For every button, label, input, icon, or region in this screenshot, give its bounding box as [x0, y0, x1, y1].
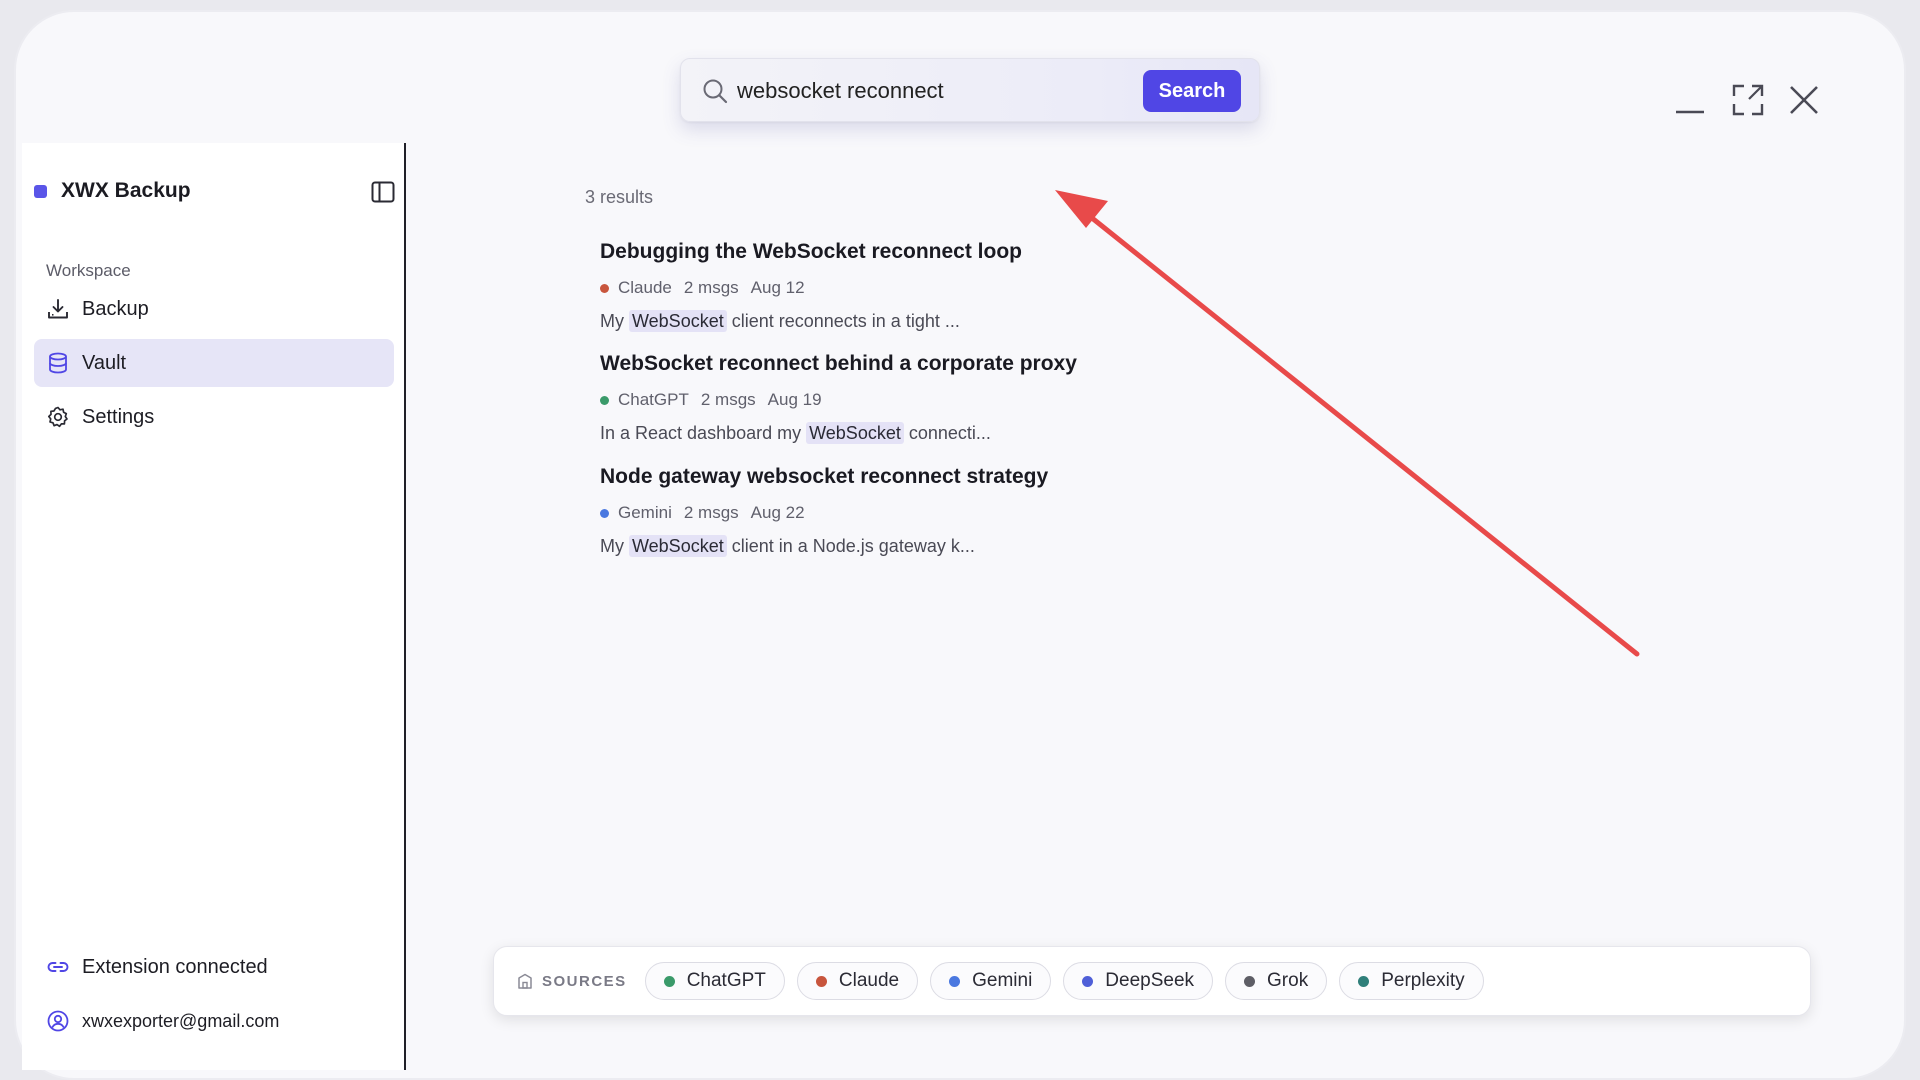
snippet-text: connecti...	[903, 423, 991, 443]
search-input[interactable]	[737, 73, 1137, 109]
source-chip-label: Perplexity	[1381, 970, 1465, 991]
user-avatar-icon	[47, 1010, 69, 1032]
sidebar-item-label: Vault	[82, 351, 127, 374]
result-source: ChatGPT	[618, 390, 689, 409]
result-title[interactable]: WebSocket reconnect behind a corporate p…	[600, 352, 1160, 376]
search-button[interactable]: Search	[1143, 70, 1241, 112]
minimize-icon[interactable]	[1672, 82, 1708, 118]
result-meta: ChatGPT 2 msgs Aug 19	[600, 390, 1160, 410]
source-dot	[600, 283, 609, 293]
snippet-text: My	[600, 311, 629, 331]
download-tray-icon	[48, 299, 68, 319]
result-item[interactable]: Node gateway websocket reconnect strateg…	[600, 465, 1160, 557]
result-source: Gemini	[618, 503, 672, 522]
result-item[interactable]: Debugging the WebSocket reconnect loop C…	[600, 240, 1160, 332]
snippet-highlight: WebSocket	[629, 535, 727, 557]
link-icon	[47, 962, 69, 972]
source-chip-gemini[interactable]: Gemini	[930, 962, 1052, 1000]
source-dot	[1358, 975, 1370, 987]
source-chip-label: Gemini	[972, 970, 1033, 991]
snippet-text: client reconnects in a tight ...	[726, 311, 960, 331]
source-chip-label: Claude	[838, 970, 900, 991]
source-dot	[600, 508, 609, 518]
extension-status-label: Extension connected	[82, 955, 268, 978]
maximize-icon[interactable]	[1730, 82, 1766, 118]
sidebar-item-vault[interactable]: Vault	[34, 339, 394, 387]
result-source: Claude	[618, 278, 672, 297]
snippet-text: client in a Node.js gateway k...	[726, 536, 975, 556]
source-chip-chatgpt[interactable]: ChatGPT	[644, 962, 785, 1000]
sidebar-item-label: Settings	[82, 405, 155, 428]
search-bar: Search	[680, 58, 1260, 122]
brand-name: XWX Backup	[61, 179, 191, 202]
search-icon	[703, 79, 728, 104]
source-dot	[815, 975, 827, 987]
user-email: xwxexporter@gmail.com	[82, 1010, 280, 1031]
sources-bar: SOURCES ChatGPT Claude Gemini DeepSeek G…	[493, 946, 1811, 1016]
source-chip-label: DeepSeek	[1105, 970, 1195, 991]
snippet-text: My	[600, 536, 629, 556]
brand: XWX Backup	[34, 179, 191, 203]
extension-status: Extension connected	[46, 955, 268, 979]
sources-label: SOURCES	[516, 972, 627, 990]
result-meta: Claude 2 msgs Aug 12	[600, 278, 1160, 298]
result-msgs: 2 msgs	[683, 278, 739, 297]
brand-logo	[34, 184, 47, 198]
result-snippet: My WebSocket client reconnects in a tigh…	[600, 310, 1160, 332]
sidebar-item-settings[interactable]: Settings	[34, 393, 394, 441]
source-chip-label: Grok	[1267, 970, 1309, 991]
source-chip-claude[interactable]: Claude	[796, 962, 919, 1000]
source-dot	[1082, 975, 1094, 987]
result-meta: Gemini 2 msgs Aug 22	[600, 503, 1160, 523]
source-dot	[949, 975, 961, 987]
sources-label-text: SOURCES	[542, 972, 627, 990]
result-title[interactable]: Node gateway websocket reconnect strateg…	[600, 465, 1160, 489]
result-date: Aug 19	[767, 390, 822, 409]
snippet-highlight: WebSocket	[806, 422, 904, 444]
result-msgs: 2 msgs	[683, 503, 739, 522]
source-chip-grok[interactable]: Grok	[1225, 962, 1328, 1000]
gear-icon	[47, 406, 68, 428]
snippet-highlight: WebSocket	[629, 310, 727, 332]
result-count: 3 results	[585, 187, 654, 207]
source-chip-label: ChatGPT	[686, 970, 766, 991]
source-dot	[663, 975, 675, 987]
snippet-text: In a React dashboard my	[600, 423, 807, 443]
sidebar-toggle-icon[interactable]	[370, 179, 396, 205]
source-dot	[600, 395, 609, 405]
result-msgs: 2 msgs	[700, 390, 756, 409]
source-chip-deepseek[interactable]: DeepSeek	[1063, 962, 1214, 1000]
sidebar-item-backup[interactable]: Backup	[34, 285, 394, 333]
sidebar-item-label: Backup	[82, 297, 149, 320]
result-snippet: My WebSocket client in a Node.js gateway…	[600, 535, 1160, 557]
result-snippet: In a React dashboard my WebSocket connec…	[600, 422, 1160, 444]
database-icon	[49, 352, 67, 374]
source-chip-perplexity[interactable]: Perplexity	[1339, 962, 1484, 1000]
user-account[interactable]: xwxexporter@gmail.com	[46, 1009, 279, 1033]
result-date: Aug 12	[750, 278, 805, 297]
result-date: Aug 22	[750, 503, 805, 522]
source-dot	[1244, 975, 1256, 987]
close-icon[interactable]	[1786, 82, 1822, 118]
sidebar: XWX Backup Workspace Backup Vault Settin…	[22, 143, 406, 1070]
building-icon	[518, 973, 532, 989]
section-label-workspace: Workspace	[46, 261, 131, 280]
result-title[interactable]: Debugging the WebSocket reconnect loop	[600, 240, 1160, 264]
result-item[interactable]: WebSocket reconnect behind a corporate p…	[600, 352, 1160, 444]
